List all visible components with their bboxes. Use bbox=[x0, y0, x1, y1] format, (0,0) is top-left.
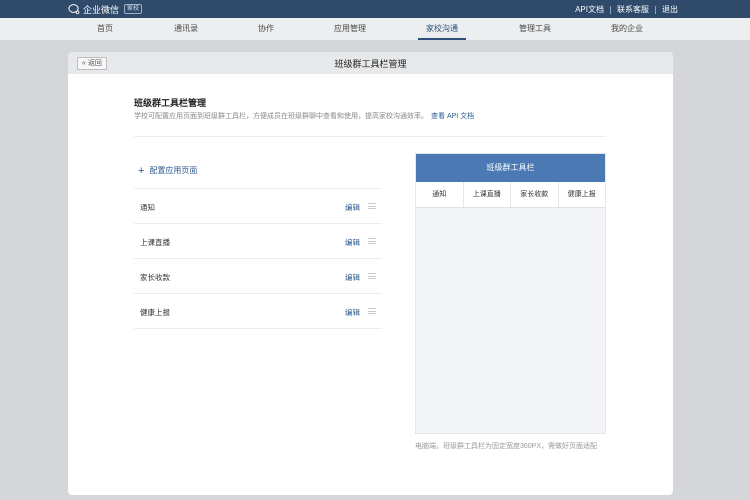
plus-icon: + bbox=[138, 164, 145, 177]
item-name: 通知 bbox=[140, 203, 155, 212]
logout-link[interactable]: 退出 bbox=[662, 4, 678, 15]
edit-button[interactable]: 编辑 bbox=[345, 202, 360, 213]
logo-text: 企业微信 bbox=[83, 4, 120, 15]
logo-badge: 家校 bbox=[124, 4, 143, 14]
top-links: API文档 联系客服 退出 bbox=[575, 4, 678, 15]
toolbar-preview: 班级群工具栏 通知 上课直播 家长收款 健康上报 bbox=[415, 153, 606, 434]
edit-button[interactable]: 编辑 bbox=[345, 307, 360, 318]
panel-header: « 返回 班级群工具栏管理 bbox=[68, 52, 673, 74]
preview-note: 电脑端，班级群工具栏为固定宽度360PX，需做好页面适配 bbox=[415, 443, 598, 450]
nav-management-tools[interactable]: 管理工具 bbox=[505, 18, 565, 41]
preview-tab: 家长收款 bbox=[511, 182, 559, 207]
list-item: 上课直播 编辑 bbox=[134, 224, 382, 259]
nav-home-school[interactable]: 家校沟通 bbox=[412, 18, 472, 41]
logo[interactable]: 企业微信 家校 bbox=[68, 3, 143, 15]
configure-app-page-button[interactable]: + 配置应用页面 bbox=[138, 165, 197, 176]
nav-app-management[interactable]: 应用管理 bbox=[320, 18, 380, 41]
preview-header: 班级群工具栏 bbox=[416, 154, 605, 182]
page-title: 班级群工具栏管理 bbox=[334, 59, 407, 69]
preview-tab: 上课直播 bbox=[464, 182, 511, 207]
drag-handle-icon[interactable] bbox=[368, 308, 376, 314]
drag-handle-icon[interactable] bbox=[368, 203, 376, 209]
configure-app-page-label: 配置应用页面 bbox=[149, 166, 198, 175]
content-panel: 班级群工具栏管理 学校可配置应用页面到班级群工具栏，方便成员在班级群聊中查看和使… bbox=[68, 74, 673, 495]
item-name: 健康上报 bbox=[140, 308, 170, 317]
item-name: 家长收款 bbox=[140, 273, 170, 282]
list-item: 家长收款 编辑 bbox=[134, 259, 382, 294]
api-doc-link[interactable]: 查看 API 文档 bbox=[431, 113, 474, 120]
nav-my-enterprise[interactable]: 我的企业 bbox=[597, 18, 657, 41]
main-nav: 首页 通讯录 协作 应用管理 家校沟通 管理工具 我的企业 bbox=[0, 18, 750, 41]
api-docs-link[interactable]: API文档 bbox=[575, 4, 604, 15]
contact-support-link[interactable]: 联系客服 bbox=[617, 4, 649, 15]
wecom-logo-icon bbox=[68, 4, 80, 15]
drag-handle-icon[interactable] bbox=[368, 273, 376, 279]
preview-tab: 通知 bbox=[416, 182, 464, 207]
divider bbox=[610, 5, 611, 14]
section-divider bbox=[134, 136, 606, 137]
description-text: 学校可配置应用页面到班级群工具栏，方便成员在班级群聊中查看和使用，提高家校沟通效… bbox=[134, 113, 428, 120]
preview-tabs: 通知 上课直播 家长收款 健康上报 bbox=[416, 182, 605, 208]
drag-handle-icon[interactable] bbox=[368, 238, 376, 244]
preview-tab: 健康上报 bbox=[567, 191, 596, 198]
toolbar-item-list: 通知 编辑 上课直播 编辑 家长收款 编辑 健康上报 编辑 bbox=[134, 188, 382, 329]
section-description: 学校可配置应用页面到班级群工具栏，方便成员在班级群聊中查看和使用，提高家校沟通效… bbox=[134, 111, 474, 121]
nav-contacts[interactable]: 通讯录 bbox=[156, 18, 216, 41]
nav-home[interactable]: 首页 bbox=[75, 18, 135, 41]
item-name: 上课直播 bbox=[140, 238, 170, 247]
top-bar: 企业微信 家校 API文档 联系客服 退出 bbox=[0, 0, 750, 18]
section-title: 班级群工具栏管理 bbox=[134, 98, 207, 108]
nav-collaboration[interactable]: 协作 bbox=[236, 18, 296, 41]
list-item: 健康上报 编辑 bbox=[134, 294, 382, 329]
divider bbox=[655, 5, 656, 14]
edit-button[interactable]: 编辑 bbox=[345, 237, 360, 248]
list-item: 通知 编辑 bbox=[134, 189, 382, 224]
edit-button[interactable]: 编辑 bbox=[345, 272, 360, 283]
